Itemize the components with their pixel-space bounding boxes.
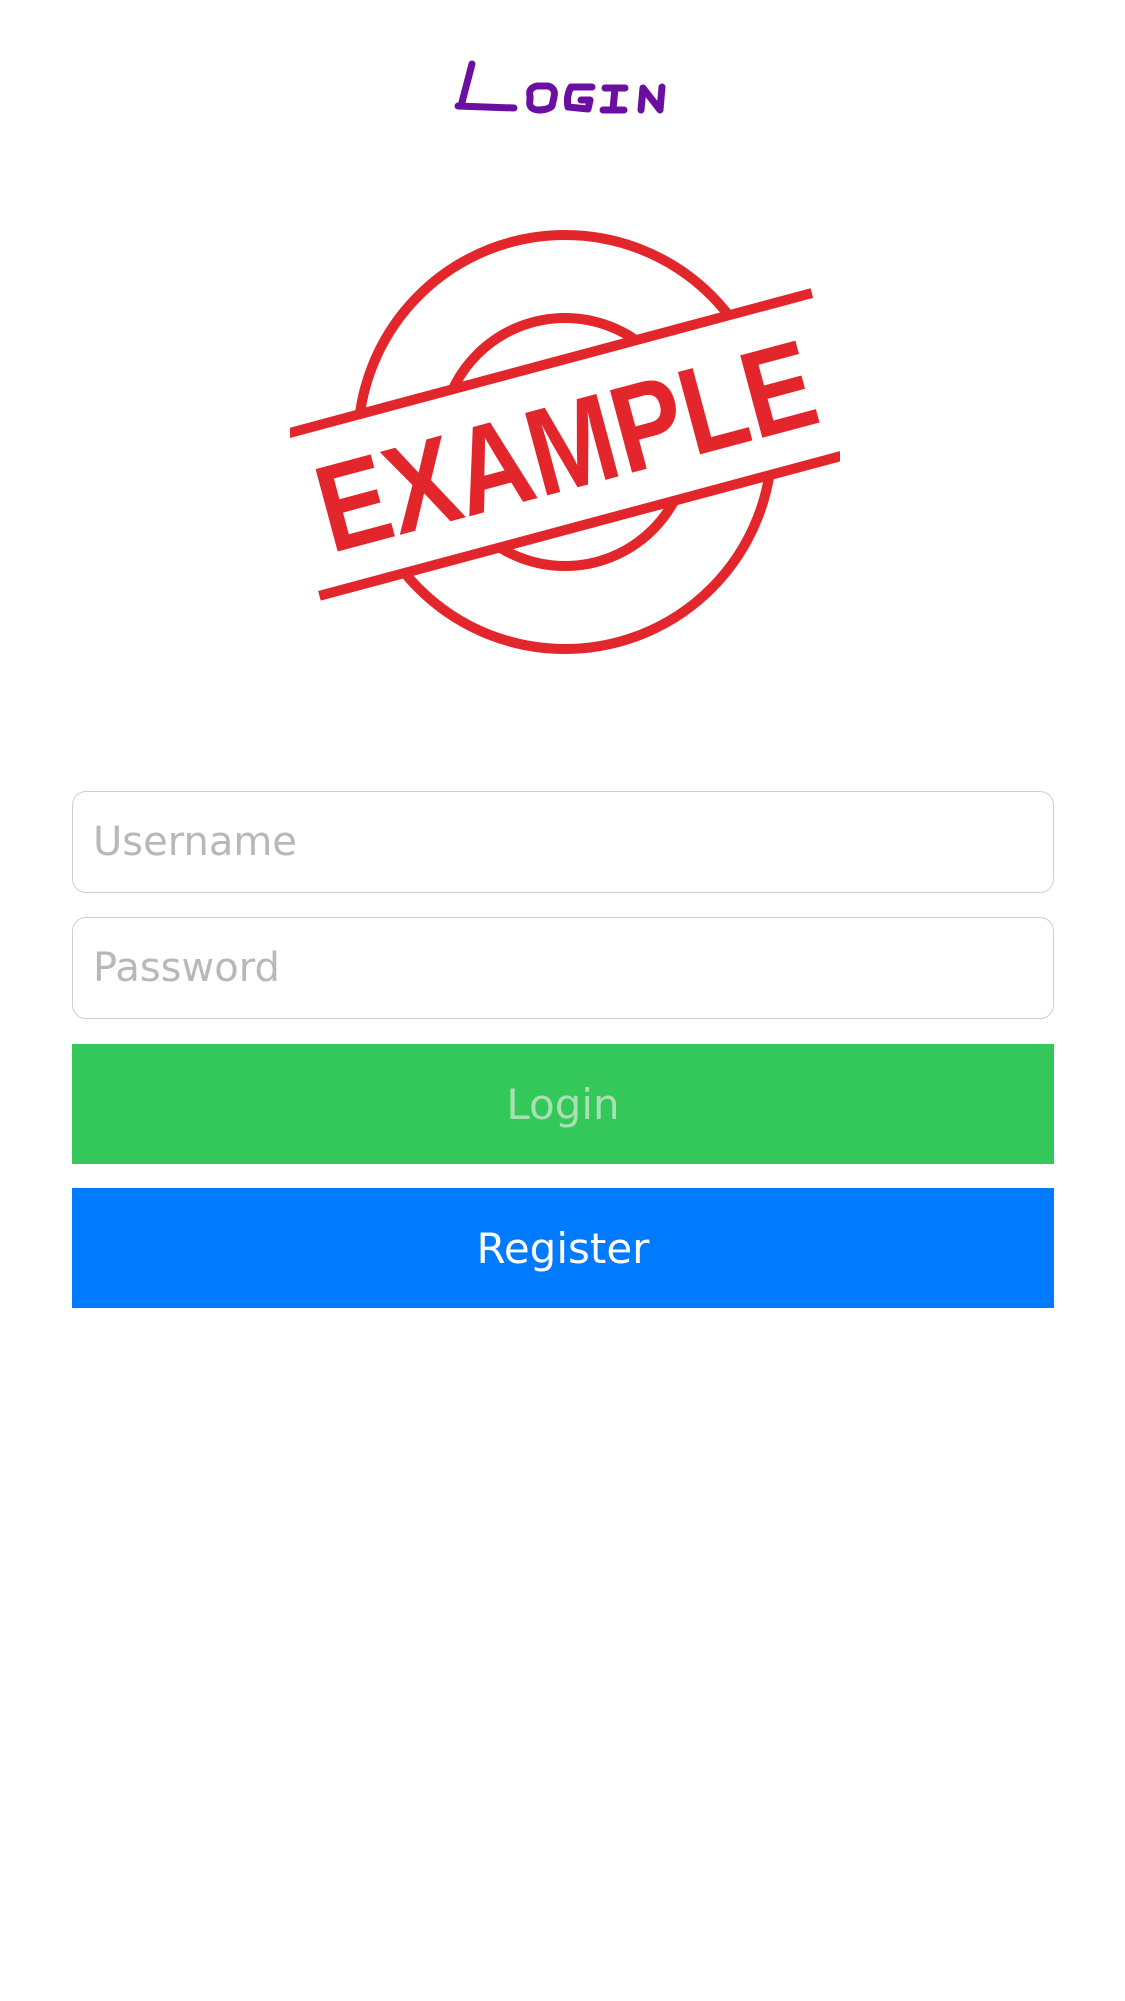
username-field[interactable] xyxy=(72,791,1054,893)
password-field[interactable] xyxy=(72,917,1054,1019)
page-title-glyphs xyxy=(454,60,666,114)
example-stamp-logo: EXAMPLE xyxy=(290,222,840,662)
page-title-handwritten xyxy=(454,60,666,114)
register-button[interactable]: Register xyxy=(72,1188,1054,1308)
stamp-graphic: EXAMPLE xyxy=(290,230,840,654)
login-button[interactable]: Login xyxy=(72,1044,1054,1164)
page-title xyxy=(0,52,1125,132)
